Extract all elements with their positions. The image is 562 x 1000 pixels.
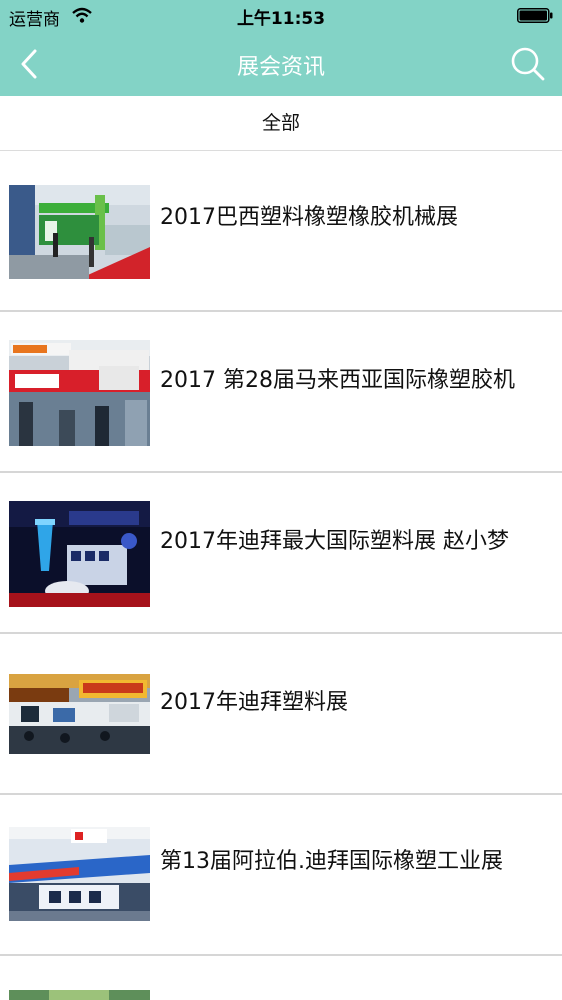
list-item[interactable]: 2017年迪拜最大国际塑料展 赵小梦	[0, 473, 562, 634]
article-title: 2017巴西塑料橡塑橡胶机械展	[160, 205, 458, 230]
list-item[interactable]	[0, 956, 562, 1000]
exhibition-thumbnail	[9, 990, 150, 1000]
clock: 上午11:53	[236, 9, 326, 29]
nav-bar: 展会资讯	[0, 32, 562, 96]
filter-all-tab[interactable]: 全部	[0, 96, 562, 151]
news-list: 2017巴西塑料橡塑橡胶机械展 2017 第28届马来西亚国际橡塑胶机 2017…	[0, 151, 562, 1000]
exhibition-thumbnail	[9, 501, 150, 607]
status-bar: 运营商 上午11:53	[0, 0, 562, 32]
battery-icon	[517, 8, 553, 23]
list-item[interactable]: 2017巴西塑料橡塑橡胶机械展	[0, 151, 562, 312]
exhibition-thumbnail	[9, 827, 150, 921]
article-title: 2017年迪拜最大国际塑料展 赵小梦	[160, 529, 509, 554]
page-title: 展会资讯	[236, 55, 325, 80]
search-icon[interactable]	[510, 46, 546, 82]
article-title: 2017 第28届马来西亚国际橡塑胶机	[160, 368, 515, 393]
exhibition-thumbnail	[9, 340, 150, 446]
exhibition-thumbnail	[9, 674, 150, 754]
list-item[interactable]: 2017 第28届马来西亚国际橡塑胶机	[0, 312, 562, 473]
article-title: 2017年迪拜塑料展	[160, 690, 348, 715]
list-item[interactable]: 2017年迪拜塑料展	[0, 634, 562, 795]
article-title: 第13届阿拉伯.迪拜国际橡塑工业展	[160, 849, 503, 874]
exhibition-thumbnail	[9, 185, 150, 279]
list-item[interactable]: 第13届阿拉伯.迪拜国际橡塑工业展	[0, 795, 562, 956]
